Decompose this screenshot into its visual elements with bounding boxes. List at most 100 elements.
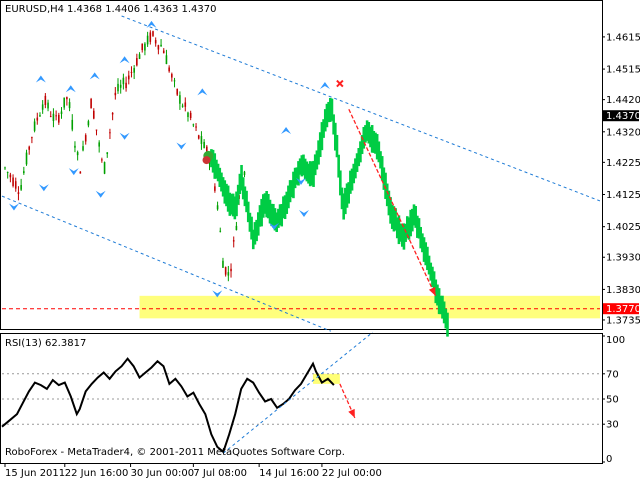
history-end-marker [202,156,211,165]
candle-body [136,58,138,66]
candle-body [154,40,157,44]
candle-body [20,185,22,190]
candle-body [141,43,144,51]
candle-body [195,126,197,128]
time-tick-label: 7 Jul 08:00 [193,468,247,479]
candle-body [200,136,203,144]
forecast-bar [446,312,449,337]
candle-body [184,102,187,107]
candle-body [68,102,71,109]
rsi-tick-label: 70 [606,369,619,380]
candle-body [162,50,165,54]
candle-body [125,82,127,89]
symbol-title: EURUSD,H4 [5,4,64,15]
price-tick-label: 1.4225 [606,158,640,169]
candle-body [106,152,109,155]
candle-body [181,105,184,107]
candle-body [82,146,84,151]
candle-body [12,177,14,186]
candle-body [4,167,6,169]
candle-body [119,84,122,88]
rsi-tick-label: 0 [606,454,612,465]
time-tick-label: 14 Jul 16:00 [259,468,319,479]
candle-body [76,152,79,156]
candle-body [214,186,216,191]
candle-body [127,75,130,80]
rsi-tick-label: 50 [606,395,619,406]
candle-body [197,135,200,139]
candle-body [189,112,192,118]
candle-body [39,115,41,117]
candle-body [111,112,114,115]
candle-body [171,74,173,78]
candle-body [138,54,141,59]
candle-body [58,114,60,123]
rsi-tick-label: 30 [606,420,619,431]
candle-body [84,135,87,142]
price-tick-label: 1.3735 [606,315,640,326]
candle-body [219,230,222,232]
candle-body [146,35,149,45]
candle-body [90,98,92,109]
candle-body [232,240,235,242]
candle-body [117,83,119,92]
time-tick-label: 15 Jun 2011 [5,468,65,479]
candle-body [87,121,90,126]
candle-body [130,71,133,73]
support-level-label: 1.3770 [606,304,640,315]
candle-body [41,104,44,110]
candle-body [203,141,205,148]
candle-body [144,43,146,51]
forecast-bar [335,134,339,158]
candle-body [36,117,39,121]
price-tick-label: 1.3930 [606,253,640,264]
candle-body [74,145,76,148]
candle-body [49,115,52,117]
time-tick-label: 30 Jun 00:00 [131,468,195,479]
copyright-text: RoboForex - MetaTrader4, © 2001-2011 Met… [5,447,345,458]
price-tick-label: 1.4025 [606,222,640,233]
candle-body [133,68,135,73]
candle-body [25,152,28,165]
candle-body [227,272,230,276]
candle-body [165,55,168,65]
candle-body [103,162,106,174]
candle-body [122,77,125,85]
candle-body [52,113,55,121]
candle-body [160,44,162,47]
ohlc-readout: 1.4368 1.4406 1.4363 1.4370 [67,4,217,15]
price-tick-label: 1.4615 [606,32,640,43]
price-tick-label: 1.4125 [606,190,640,201]
candle-body [92,110,95,119]
rsi-tick-label: 100 [606,335,625,346]
candle-body [230,268,232,272]
candle-body [60,111,63,115]
time-tick-label: 22 Jul 00:00 [322,468,382,479]
candle-body [6,172,9,174]
candle-body [66,97,68,100]
rsi-title: RSI(13) 62.3817 [5,338,86,349]
candle-body [224,267,227,275]
candle-body [17,192,20,195]
candle-body [33,121,36,131]
candle-body [149,32,152,42]
price-tick-label: 1.4515 [606,65,640,76]
candle-body [79,171,82,174]
candle-body [109,132,111,134]
candle-body [63,97,65,108]
candle-body [14,181,17,189]
price-tick-label: 1.4420 [606,95,640,106]
price-tick-label: 1.3830 [606,285,640,296]
candle-body [176,88,179,95]
current-price-label: 1.4370 [606,111,640,122]
candle-body [152,31,154,36]
time-tick-label: 22 Jun 16:00 [65,468,129,479]
candle-body [243,171,246,176]
candle-body [47,102,49,109]
candle-body [187,112,189,118]
candle-body [222,260,224,268]
candle-body [216,205,219,210]
price-tick-label: 1.4320 [606,127,640,138]
candle-body [157,45,160,50]
candle-body [23,171,25,174]
